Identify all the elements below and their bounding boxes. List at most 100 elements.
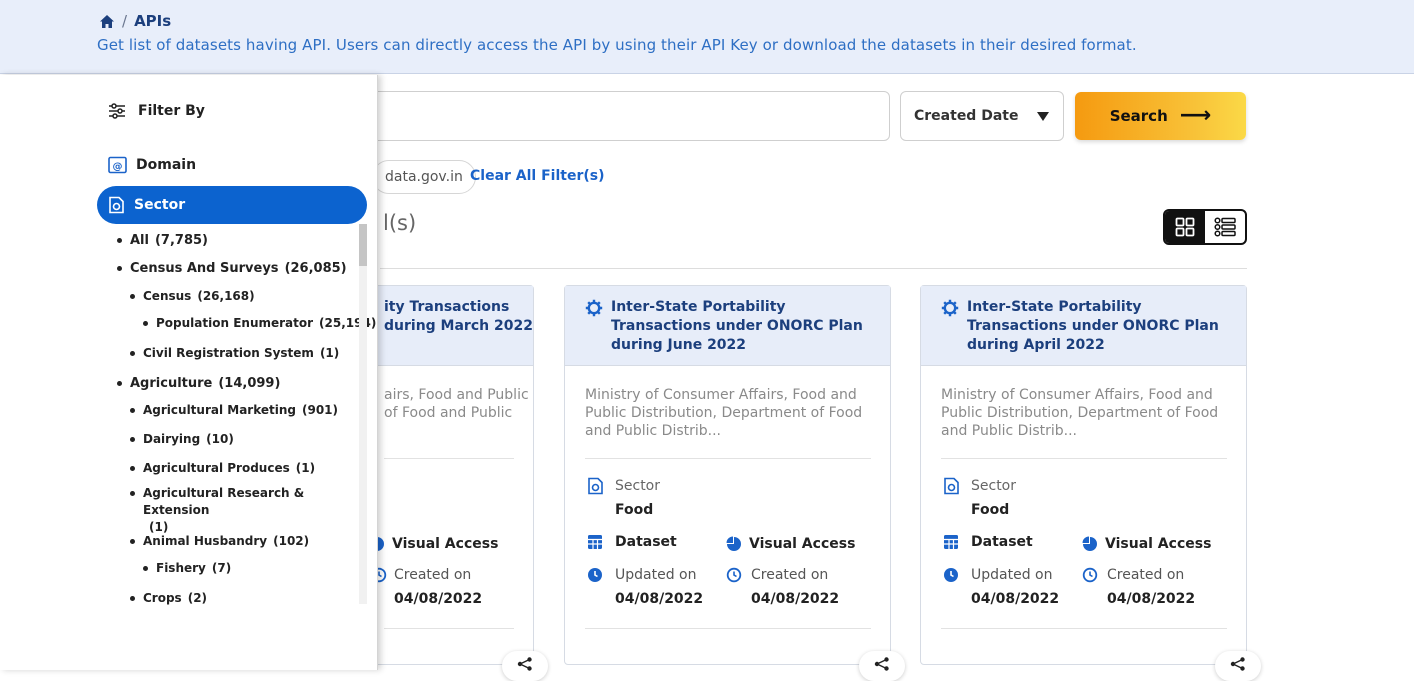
view-toggle — [1163, 209, 1247, 245]
page-subtitle: Get list of datasets having API. Users c… — [97, 36, 1137, 54]
card-divider — [941, 628, 1227, 629]
sector-option[interactable]: Agricultural Produces (1) — [130, 460, 315, 477]
created-on-label: Created on — [1107, 567, 1185, 583]
divider — [380, 268, 1247, 269]
table-icon — [587, 534, 603, 554]
sector-label: Sector — [971, 478, 1017, 494]
sliders-icon — [109, 103, 125, 119]
share-button[interactable] — [859, 651, 905, 681]
visual-access-label: Visual Access — [749, 536, 856, 552]
share-icon — [517, 657, 532, 671]
sector-option[interactable]: Census And Surveys (26,085) — [117, 260, 347, 277]
history-icon — [1082, 567, 1098, 587]
card-header: Inter-State Portability Transactions und… — [921, 286, 1246, 366]
list-view-icon — [1214, 217, 1236, 237]
caret-down-icon — [1037, 112, 1049, 121]
domain-label: Domain — [136, 157, 197, 173]
search-input[interactable] — [356, 91, 890, 141]
sector-label: Sector — [134, 197, 186, 213]
clock-icon — [943, 567, 959, 587]
visual-access-label: Visual Access — [392, 536, 499, 552]
card-divider — [941, 458, 1227, 459]
card-divider — [585, 628, 871, 629]
page-header: / APIs Get list of datasets having API. … — [0, 0, 1414, 74]
list-view-button[interactable] — [1205, 211, 1245, 243]
sector-option[interactable]: Agricultural Marketing (901) — [130, 402, 338, 419]
updated-on-value: 04/08/2022 — [971, 591, 1060, 607]
domain-filter[interactable]: @ Domain — [108, 156, 196, 174]
gear-icon — [941, 299, 959, 321]
sector-filter[interactable]: Sector — [97, 186, 367, 224]
arrow-right-icon: ⟶ — [1179, 103, 1212, 128]
grid-view-icon — [1175, 217, 1195, 237]
share-icon — [1230, 657, 1245, 671]
filter-chip-label: data.gov.in — [385, 169, 463, 185]
sidebar-scroll-thumb[interactable] — [359, 224, 367, 266]
sector-option[interactable]: All (7,785) — [117, 232, 208, 249]
sort-selected-value: Created Date — [914, 108, 1019, 124]
card-divider — [384, 628, 514, 629]
grid-view-button[interactable] — [1165, 211, 1205, 243]
card-divider — [384, 458, 514, 459]
created-on-label: Created on — [394, 567, 472, 583]
card-title[interactable]: Inter-State Portability Transactions und… — [611, 298, 881, 355]
pie-chart-icon — [726, 536, 742, 556]
visual-access-label: Visual Access — [1105, 536, 1212, 552]
breadcrumb-current: APIs — [134, 12, 172, 30]
sector-option[interactable]: Agricultural Research & Extension (1) — [130, 485, 348, 536]
history-icon — [726, 567, 742, 587]
clear-all-filters-link[interactable]: Clear All Filter(s) — [470, 168, 604, 184]
dataset-card[interactable]: Inter-State Portability Transactions und… — [920, 285, 1261, 681]
created-on-value: 04/08/2022 — [394, 591, 483, 607]
result-count: l(s) — [383, 211, 417, 235]
sector-label: Sector — [615, 478, 661, 494]
share-button[interactable] — [502, 651, 548, 681]
sort-dropdown[interactable]: Created Date — [900, 91, 1064, 141]
search-button[interactable]: Search ⟶ — [1075, 92, 1246, 140]
updated-on-label: Updated on — [971, 567, 1053, 583]
breadcrumb-separator: / — [122, 12, 128, 30]
filter-sidebar: Filter By @ Domain Sector All (7,785) Cen… — [0, 75, 378, 670]
card-organization: Ministry of Consumer Affairs, Food and P… — [585, 387, 863, 439]
gear-icon — [585, 299, 603, 321]
share-icon — [874, 657, 889, 671]
dataset-label: Dataset — [971, 534, 1033, 550]
updated-on-label: Updated on — [615, 567, 697, 583]
card-title[interactable]: Inter-State Portability Transactions und… — [967, 298, 1237, 355]
sector-icon — [943, 477, 960, 499]
dataset-label: Dataset — [615, 534, 677, 550]
sector-option[interactable]: Census (26,168) — [130, 288, 255, 305]
table-icon — [943, 534, 959, 554]
sector-option[interactable]: Civil Registration System (1) — [130, 345, 339, 362]
sector-icon — [587, 477, 604, 499]
pie-chart-icon — [1082, 536, 1098, 556]
sector-value: Food — [615, 502, 654, 518]
sector-option[interactable]: Animal Husbandry (102) — [130, 533, 309, 550]
created-on-value: 04/08/2022 — [1107, 591, 1196, 607]
filter-by-label: Filter By — [138, 103, 205, 119]
created-on-label: Created on — [751, 567, 829, 583]
card-header: Inter-State Portability Transactions und… — [565, 286, 890, 366]
dataset-card[interactable]: Inter-State Portability Transactions und… — [564, 285, 905, 681]
home-icon[interactable] — [99, 14, 115, 29]
sector-option[interactable]: Agriculture (14,099) — [117, 375, 280, 392]
updated-on-value: 04/08/2022 — [615, 591, 704, 607]
breadcrumb: / APIs — [99, 12, 171, 30]
created-on-value: 04/08/2022 — [751, 591, 840, 607]
sector-option[interactable]: Crops (2) — [130, 590, 207, 607]
filter-chip[interactable]: data.gov.in — [372, 160, 476, 194]
sector-icon — [109, 196, 124, 214]
card-organization: Ministry of Consumer Affairs, Food and P… — [941, 387, 1219, 439]
sector-value: Food — [971, 502, 1010, 518]
card-divider — [585, 458, 871, 459]
sector-option[interactable]: Dairying (10) — [130, 431, 234, 448]
filter-by-header: Filter By — [108, 103, 205, 119]
search-button-label: Search — [1109, 107, 1168, 125]
svg-text:@: @ — [113, 162, 123, 173]
sector-option[interactable]: Population Enumerator (25,194) — [143, 315, 376, 332]
domain-icon: @ — [108, 156, 127, 174]
sidebar-scrollbar[interactable] — [359, 224, 367, 604]
share-button[interactable] — [1215, 651, 1261, 681]
clock-icon — [587, 567, 603, 587]
sector-option[interactable]: Fishery (7) — [143, 560, 231, 577]
